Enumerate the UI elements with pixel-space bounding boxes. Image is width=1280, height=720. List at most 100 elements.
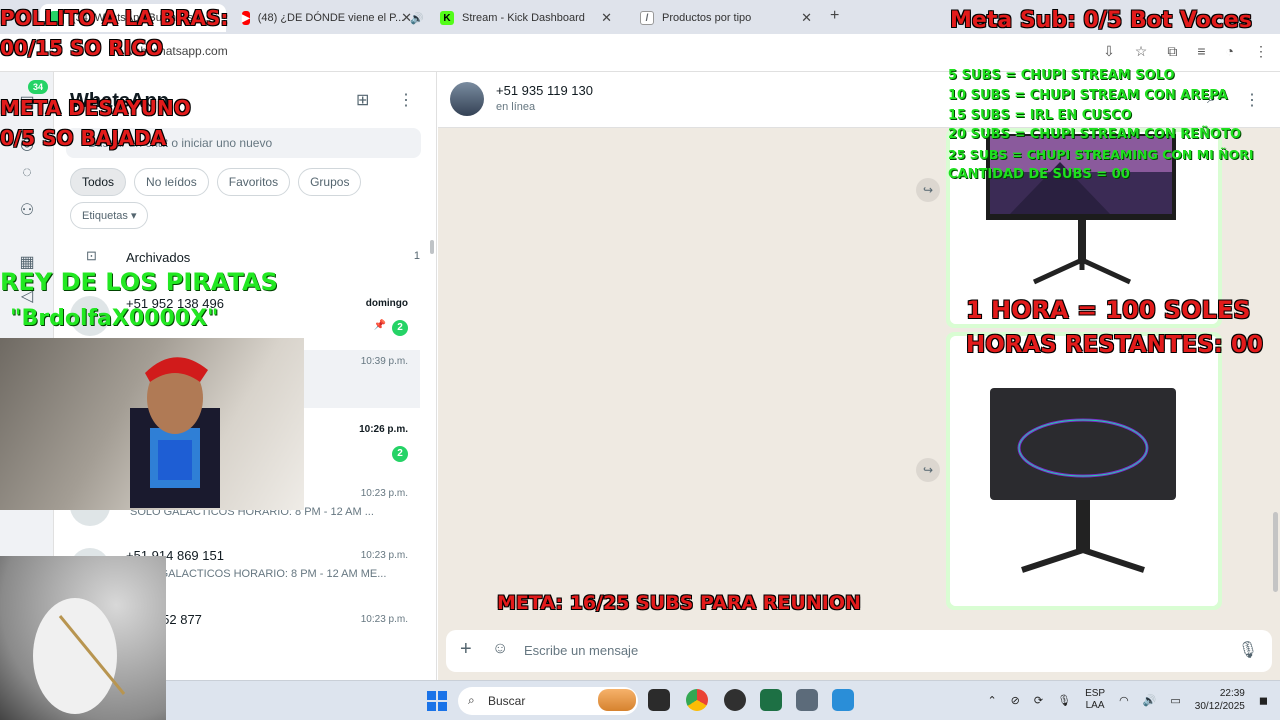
more-options-icon[interactable]: ⋮ — [1244, 90, 1260, 110]
monitor-back-illustration — [950, 336, 1218, 606]
new-chat-icon[interactable]: ⊞ — [356, 90, 369, 110]
communities-icon[interactable]: ⚇ — [17, 200, 37, 220]
overlay-pirates-name: "BrdolfaX0000X" — [10, 306, 219, 331]
kick-icon: K — [440, 11, 454, 25]
unread-badge: 34 — [28, 80, 49, 94]
sync-icon[interactable]: ⟳ — [1034, 694, 1043, 707]
image-message[interactable]: 10:39 p.m. — [946, 332, 1222, 610]
contact-status: en línea — [496, 101, 536, 113]
overlay-pollito-count: 00/15 SO RICO — [0, 36, 163, 60]
chat-list-scrollbar[interactable] — [430, 240, 434, 254]
message-time: 10:39 p.m. — [1156, 589, 1204, 600]
notification-icon[interactable]: ◼ — [1259, 694, 1268, 707]
address-bar: web.whatsapp.com ⇩ ☆ ⧉ ≡ ◔ ⋮ — [0, 34, 1280, 72]
tab-youtube[interactable]: ▶ (48) ¿DE DÓNDE viene el P... 🔊 ✕ — [232, 4, 424, 32]
overlay-pirates: REY DE LOS PIRATAS — [0, 268, 278, 296]
media-icon[interactable]: ≡ — [1197, 43, 1205, 60]
overlay-meta-sub: Meta Sub: 0/5 Bot Voces — [950, 8, 1252, 33]
mic-icon[interactable]: 🎙 — [1057, 694, 1071, 707]
message-composer: + ☺ Escribe un mensaje 🎙 — [446, 630, 1272, 672]
archived-row[interactable]: ⊡ Archivados 1 — [70, 246, 420, 270]
archived-count: 1 — [413, 250, 420, 262]
emoji-icon[interactable]: ☺ — [492, 640, 508, 658]
menu-icon[interactable]: ⋮ — [1254, 43, 1268, 60]
filter-all[interactable]: Todos — [70, 168, 127, 196]
windows-taskbar: ⌕ Buscar ⌃ ⊘ ⟳ 🎙 ESP LAA ◠ 🔊 ▭ 22:39 30/… — [0, 680, 1280, 720]
chat-area: +51 935 119 130 en línea ⌕ ⋮ ↪ ↪ 10:39 p… — [438, 72, 1280, 680]
webcam-overlay — [0, 338, 304, 510]
task-view-icon[interactable] — [648, 689, 670, 711]
overlay-desayuno-count: 0/5 SO BAJADA — [0, 126, 167, 150]
tab-productos[interactable]: / Productos por tipo ✕ — [630, 4, 822, 32]
filter-favorites[interactable]: Favoritos — [216, 168, 291, 196]
filter-groups[interactable]: Grupos — [298, 168, 362, 196]
overlay-meta-reunion: META: 16/25 SUBS PARA REUNION — [497, 592, 861, 614]
close-tab-icon[interactable]: ✕ — [601, 10, 612, 26]
forward-icon[interactable]: ↪ — [916, 178, 940, 202]
battery-icon[interactable]: ▭ — [1170, 694, 1180, 707]
chat-time: 10:23 p.m. — [360, 614, 408, 625]
chat-time: 10:39 p.m. — [360, 356, 408, 367]
close-tab-icon[interactable]: ✕ — [401, 10, 412, 26]
tab-label: (48) ¿DE DÓNDE viene el P... — [257, 12, 405, 24]
network-off-icon[interactable]: ⊘ — [1011, 694, 1020, 707]
language-indicator[interactable]: ESP LAA — [1085, 688, 1105, 712]
calculator-icon[interactable] — [796, 689, 818, 711]
chrome-icon[interactable] — [686, 689, 708, 711]
overlay-subs-line: 20 SUBS = CHUPI STREAM CON REÑOTO — [948, 127, 1242, 142]
overlay-desayuno: META DESAYUNO — [0, 96, 191, 120]
overlay-subs-line: 5 SUBS = CHUPI STREAM SOLO — [948, 68, 1175, 83]
clock-time: 22:39 — [1219, 688, 1245, 699]
chat-time: 10:23 p.m. — [360, 488, 408, 499]
archive-icon: ⊡ — [86, 248, 97, 263]
install-icon[interactable]: ⇩ — [1103, 43, 1115, 60]
pin-icon: 📌 — [373, 320, 386, 331]
volume-icon[interactable]: 🔊 — [1143, 694, 1157, 707]
close-tab-icon[interactable]: ✕ — [801, 10, 812, 26]
youtube-icon: ▶ — [242, 11, 250, 25]
widget-icon[interactable] — [598, 689, 636, 711]
extensions-icon[interactable]: ⧉ — [1167, 43, 1177, 60]
chat-time: 10:26 p.m. — [359, 424, 408, 435]
contact-name: +51 935 119 130 — [496, 83, 593, 98]
secondary-camera-overlay — [0, 556, 166, 720]
lang-code: ESP — [1085, 688, 1106, 699]
labels-dropdown[interactable]: Etiquetas ▾ — [70, 202, 149, 229]
profile-icon[interactable]: ◔ — [1226, 43, 1234, 60]
labels-label: Etiquetas — [82, 210, 128, 222]
egg-illustration — [33, 598, 126, 714]
attach-icon[interactable]: + — [460, 638, 472, 661]
streamer-illustration — [130, 357, 220, 508]
unread-count: 2 — [392, 320, 408, 336]
star-icon[interactable]: ☆ — [1135, 43, 1148, 60]
chat-preview: SOLO GALACTICOS HORARIO: 8 PM - 12 AM ME… — [126, 568, 387, 580]
monitor-image[interactable]: 10:39 p.m. — [950, 336, 1218, 606]
wifi-icon[interactable]: ◠ — [1119, 694, 1129, 707]
taskbar-search-label: Buscar — [488, 694, 526, 708]
excel-icon[interactable] — [760, 689, 782, 711]
overlay-hora: 1 HORA = 100 SOLES — [966, 296, 1251, 324]
clock[interactable]: 22:39 30/12/2025 — [1195, 687, 1245, 713]
overlay-pollito: POLLITO A LA BRAS: — [0, 6, 229, 30]
tab-kick[interactable]: K Stream - Kick Dashboard ✕ — [430, 4, 622, 32]
start-icon[interactable] — [427, 691, 447, 711]
clock-date: 30/12/2025 — [1194, 701, 1245, 712]
message-input[interactable]: Escribe un mensaje — [524, 643, 638, 658]
lang-layout: LAA — [1085, 700, 1105, 711]
channels-icon[interactable]: ◌ — [17, 164, 37, 184]
filter-unread[interactable]: No leídos — [134, 168, 209, 196]
speaker-icon[interactable]: 🔊 — [410, 12, 424, 25]
chevron-down-icon: ▾ — [130, 210, 137, 222]
chat-time: 10:23 p.m. — [360, 550, 408, 561]
search-icon: ⌕ — [468, 693, 475, 707]
microphone-icon[interactable]: 🎙 — [1238, 640, 1258, 660]
more-options-icon[interactable]: ⋮ — [398, 90, 414, 110]
notepad-icon[interactable] — [832, 689, 854, 711]
chat-scrollbar[interactable] — [1273, 512, 1278, 592]
forward-icon[interactable]: ↪ — [916, 458, 940, 482]
overlay-subs-line: 10 SUBS = CHUPI STREAM CON AREPA — [948, 88, 1228, 103]
obs-icon[interactable] — [724, 689, 746, 711]
tab-label: Productos por tipo — [662, 12, 752, 24]
chevron-up-icon[interactable]: ⌃ — [987, 694, 996, 707]
new-tab-icon[interactable]: + — [830, 7, 839, 25]
